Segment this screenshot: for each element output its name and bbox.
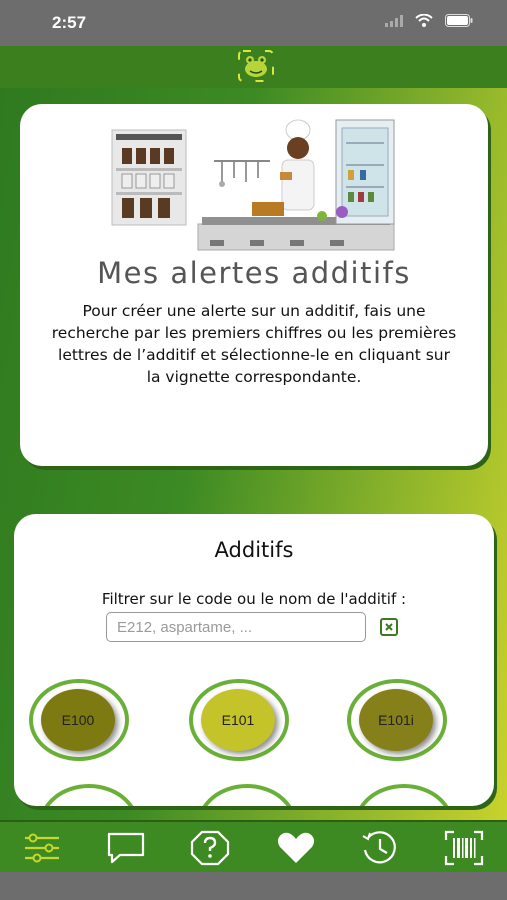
status-icons xyxy=(385,14,473,27)
frog-logo-icon[interactable] xyxy=(238,50,274,82)
nav-scan[interactable] xyxy=(444,830,484,866)
nav-chat[interactable] xyxy=(106,830,146,866)
additif-badge-partial[interactable] xyxy=(197,784,297,806)
barcode-icon xyxy=(444,830,484,866)
status-bar: 2:57 xyxy=(0,0,507,46)
chef-kitchen-illustration xyxy=(111,119,395,251)
additif-code: E100 xyxy=(41,689,115,751)
additif-badge-partial[interactable] xyxy=(354,784,454,806)
additifs-card: Additifs Filtrer sur le code ou le nom d… xyxy=(14,514,494,806)
battery-icon xyxy=(445,14,473,27)
help-icon xyxy=(190,830,230,866)
additif-badge-e101[interactable]: E101 xyxy=(189,679,289,761)
intro-card: Mes alertes additifs Pour créer une aler… xyxy=(20,104,488,466)
signal-icon xyxy=(385,14,403,27)
nav-help[interactable] xyxy=(190,830,230,866)
intro-title: Mes alertes additifs xyxy=(97,256,411,290)
additif-badge-e100[interactable]: E100 xyxy=(29,679,129,761)
additif-badge-partial[interactable] xyxy=(39,784,139,806)
status-time: 2:57 xyxy=(52,13,87,32)
additif-code: E101 xyxy=(201,689,275,751)
nav-filter[interactable] xyxy=(22,830,62,866)
nav-favorites[interactable] xyxy=(276,830,316,866)
filter-icon xyxy=(25,833,59,863)
clear-search-button[interactable] xyxy=(380,618,398,636)
additif-search-input[interactable] xyxy=(106,612,366,642)
app-header xyxy=(0,46,507,89)
nav-history[interactable] xyxy=(360,830,400,866)
additifs-title: Additifs xyxy=(214,538,294,562)
filter-label: Filtrer sur le code ou le nom de l'addit… xyxy=(101,590,407,608)
wifi-icon xyxy=(415,14,433,27)
chat-icon xyxy=(107,832,145,864)
heart-icon xyxy=(277,832,315,863)
history-icon xyxy=(362,831,396,864)
bottom-nav xyxy=(0,820,507,874)
additif-code: E101i xyxy=(359,689,433,751)
close-icon xyxy=(385,623,393,631)
home-indicator-bar xyxy=(0,872,507,900)
intro-text: Pour créer une alerte sur un additif, fa… xyxy=(51,302,457,386)
additif-badge-e101i[interactable]: E101i xyxy=(347,679,447,761)
